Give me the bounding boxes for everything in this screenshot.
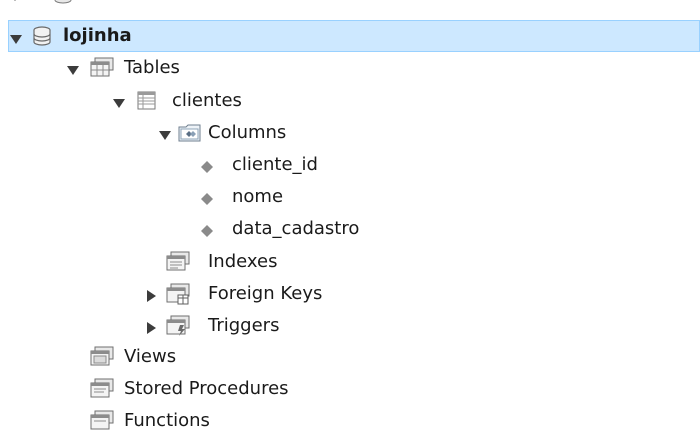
database-icon — [52, 0, 74, 5]
expand-arrow-icon[interactable] — [144, 287, 158, 302]
database-icon — [31, 25, 53, 47]
foreign-keys-label: Foreign Keys — [208, 283, 323, 304]
tree-row-tables[interactable]: Tables — [0, 52, 700, 84]
tree-row-column[interactable]: nome — [0, 181, 700, 213]
columns-folder-icon — [178, 122, 201, 144]
expand-arrow-icon[interactable] — [144, 319, 158, 334]
tables-label: Tables — [124, 57, 180, 78]
column-diamond-icon — [200, 222, 214, 237]
tree-row-triggers[interactable]: Triggers — [0, 310, 700, 342]
tree-row-views[interactable]: Views — [0, 341, 700, 373]
tree-row-partial[interactable] — [0, 0, 700, 10]
tree-row-column[interactable]: data_cadastro — [0, 213, 700, 245]
views-label: Views — [124, 346, 177, 367]
tree-row-columns[interactable]: Columns — [0, 117, 700, 149]
columns-label: Columns — [208, 122, 287, 143]
tree-row-table-clientes[interactable]: clientes — [0, 85, 700, 117]
collapse-arrow-icon[interactable] — [8, 0, 22, 1]
column-diamond-icon — [200, 190, 214, 205]
collapse-arrow-icon[interactable] — [9, 30, 23, 44]
tree-row-indexes[interactable]: Indexes — [0, 246, 700, 278]
foreign-keys-folder-icon — [166, 283, 190, 305]
functions-folder-icon — [90, 410, 114, 430]
collapse-arrow-icon[interactable] — [66, 61, 80, 75]
collapse-arrow-icon[interactable] — [158, 126, 172, 140]
triggers-folder-icon — [166, 315, 190, 337]
column-label: data_cadastro — [232, 218, 360, 239]
column-label: nome — [232, 186, 284, 207]
tree-row-column[interactable]: cliente_id — [0, 149, 700, 181]
tree-row-foreign-keys[interactable]: Foreign Keys — [0, 278, 700, 310]
table-label: clientes — [172, 90, 242, 111]
database-label: lojinha — [63, 25, 132, 46]
column-label: cliente_id — [232, 154, 318, 175]
collapse-arrow-icon[interactable] — [112, 94, 126, 108]
indexes-folder-icon — [166, 251, 190, 273]
views-folder-icon — [90, 346, 114, 368]
stored-procedures-folder-icon — [90, 378, 114, 400]
stored-procedures-label: Stored Procedures — [124, 378, 289, 399]
tree-row-database[interactable]: lojinha — [8, 20, 700, 52]
indexes-label: Indexes — [208, 251, 278, 272]
tree-row-stored-procedures[interactable]: Stored Procedures — [0, 373, 700, 405]
table-icon — [136, 90, 158, 112]
functions-label: Functions — [124, 410, 210, 430]
schema-tree: lojinha Tables clientes Columns cliente_… — [0, 0, 700, 430]
triggers-label: Triggers — [208, 315, 280, 336]
tree-row-functions[interactable]: Functions — [0, 405, 700, 430]
tables-folder-icon — [90, 57, 114, 79]
column-diamond-icon — [200, 158, 214, 173]
